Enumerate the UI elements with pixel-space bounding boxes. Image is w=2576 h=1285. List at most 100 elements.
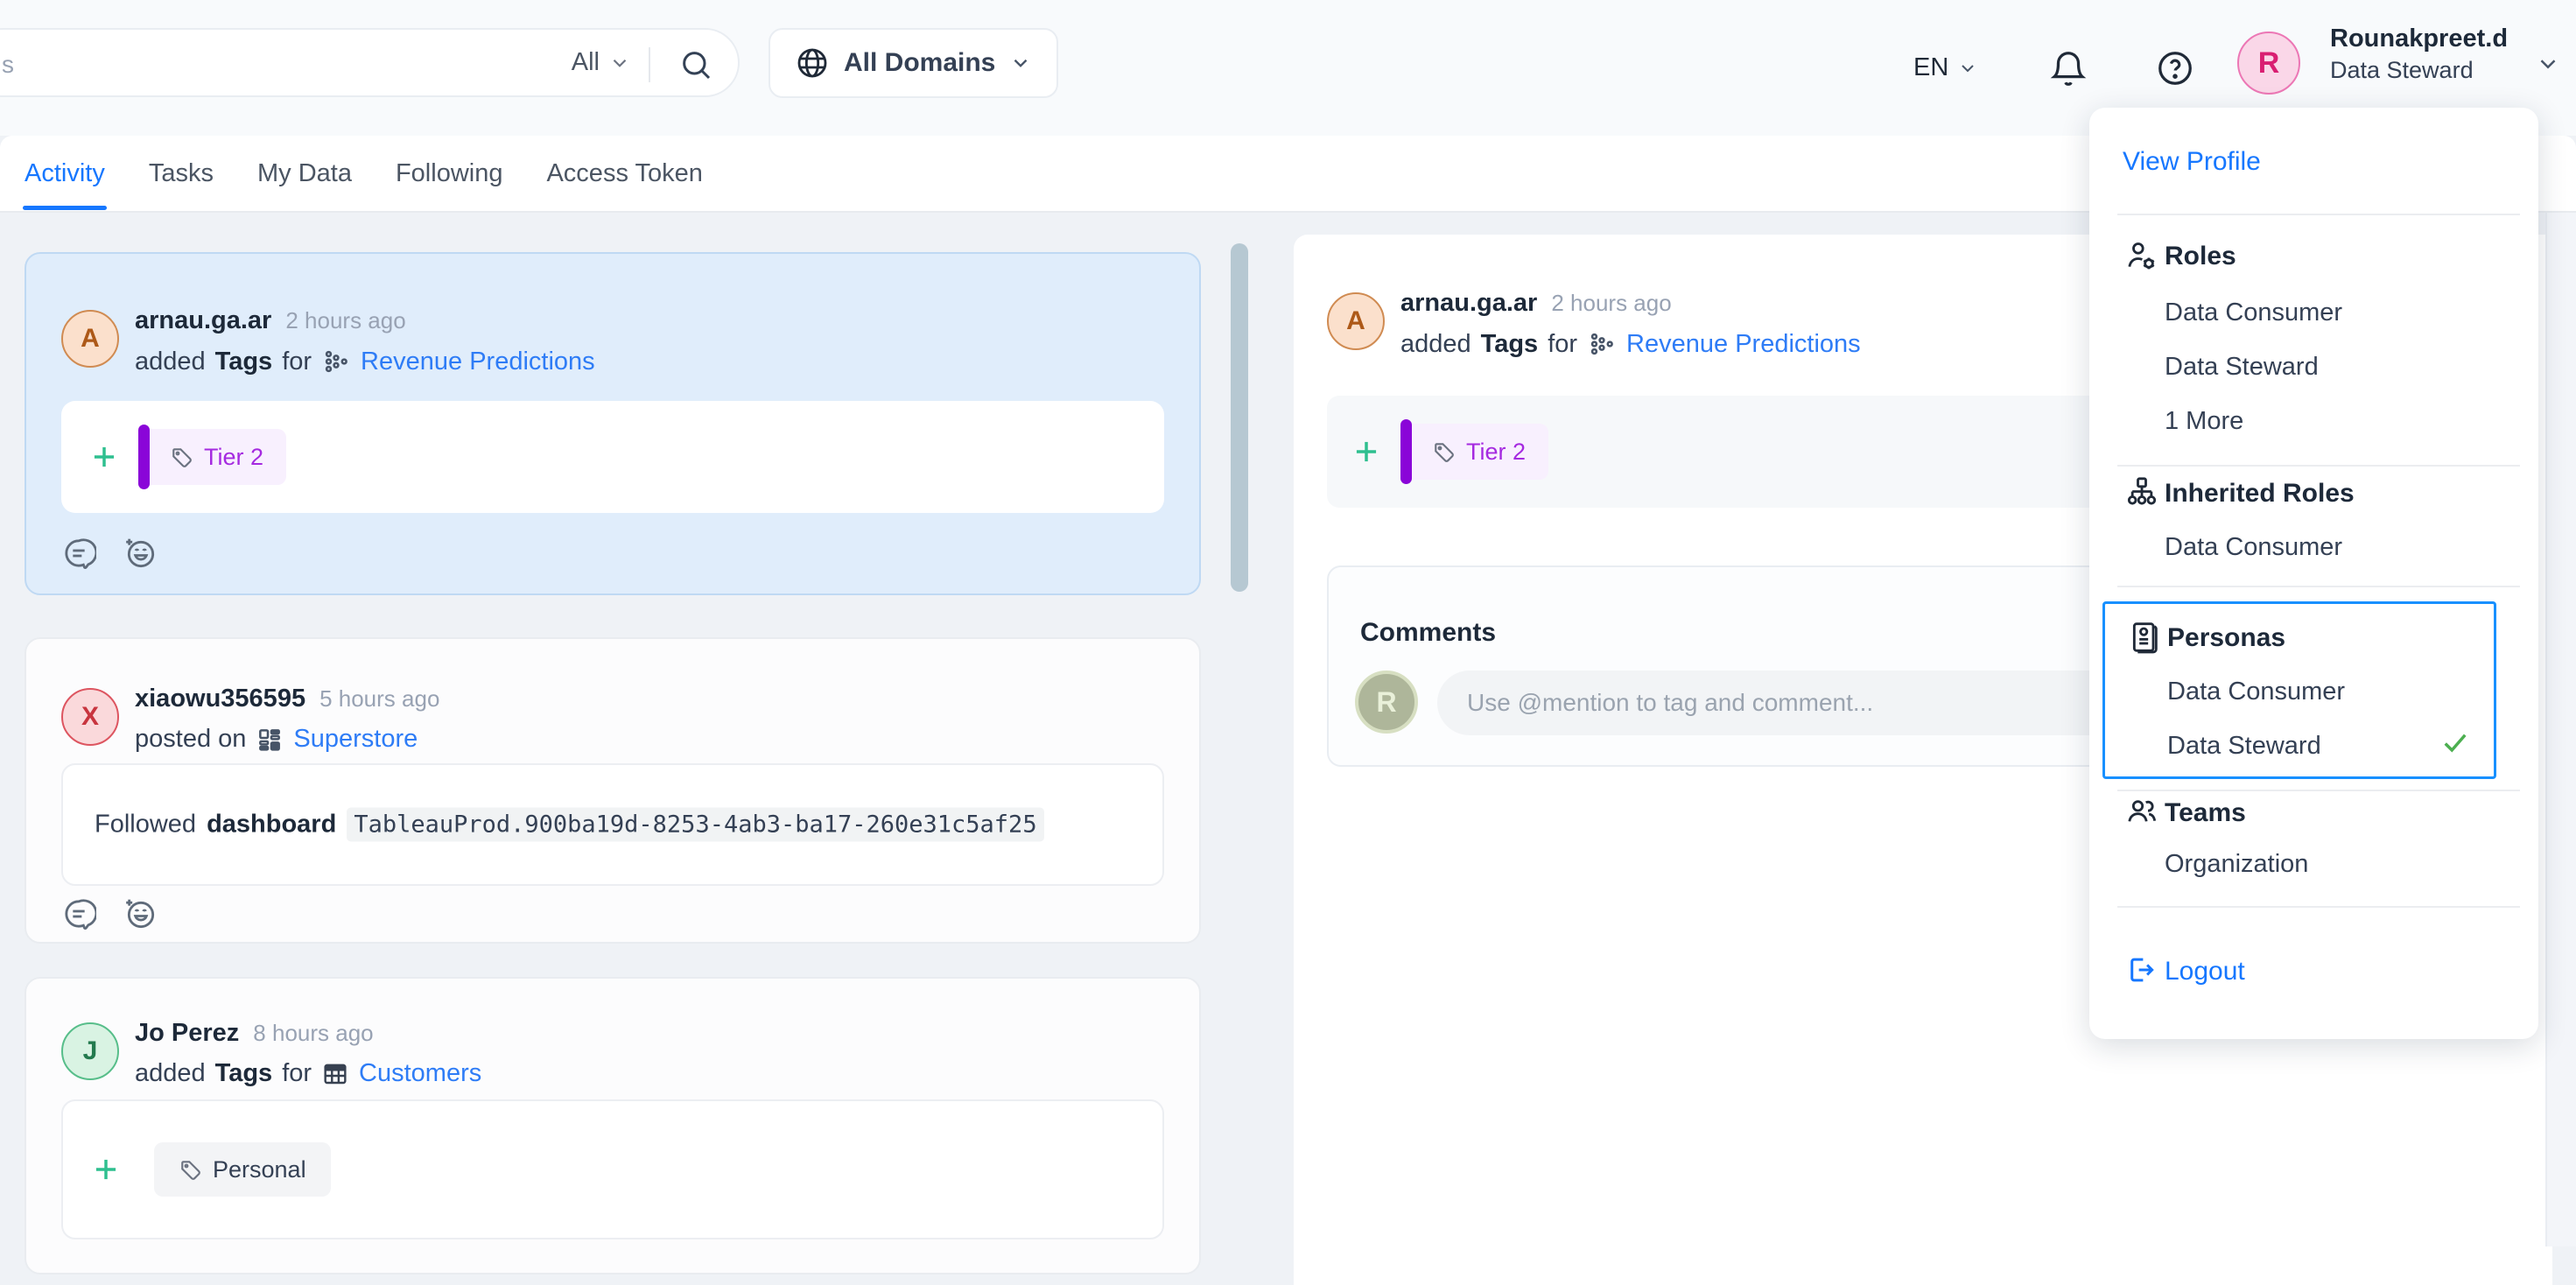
feed-timestamp: 5 hours ago	[319, 685, 439, 713]
notifications-bell-icon[interactable]	[2048, 0, 2088, 136]
chevron-down-icon	[1009, 52, 1032, 74]
divider	[2117, 790, 2520, 791]
divider	[2117, 906, 2520, 908]
entity-link[interactable]: Revenue Predictions	[1626, 330, 1861, 359]
comment-user-avatar: R	[1355, 671, 1418, 734]
feed-user-name[interactable]: xiaowu356595	[135, 685, 305, 713]
divider	[2117, 465, 2520, 467]
feed-timestamp: 2 hours ago	[1551, 290, 1671, 317]
tag-chip-tier2[interactable]: Tier 2	[1400, 419, 1548, 484]
persona-item-selected[interactable]: Data Steward	[2167, 732, 2321, 761]
ml-model-icon	[1587, 329, 1617, 359]
add-tag-button[interactable]	[89, 1153, 123, 1186]
comment-icon[interactable]	[61, 896, 96, 931]
user-role-label: Data Steward	[2330, 55, 2508, 86]
add-reaction-icon[interactable]	[123, 896, 158, 931]
language-label: EN	[1913, 53, 1948, 82]
feed-user-name[interactable]: arnau.ga.ar	[1400, 289, 1537, 318]
tab-access-token[interactable]: Access Token	[546, 159, 702, 188]
feed-user-name[interactable]: arnau.ga.ar	[135, 306, 271, 335]
teams-icon	[2124, 794, 2159, 829]
tag-label: Tier 2	[204, 444, 263, 471]
tag-chip-personal[interactable]: Personal	[154, 1142, 331, 1197]
feed-card[interactable]: X xiaowu356595 5 hours ago posted on Sup…	[25, 637, 1201, 944]
inherited-role-item: Data Consumer	[2165, 533, 2342, 562]
language-selector[interactable]: EN	[1913, 0, 1978, 136]
comments-title: Comments	[1360, 618, 1496, 648]
tab-tasks[interactable]: Tasks	[149, 159, 214, 188]
search-icon[interactable]	[677, 46, 715, 84]
tag-label: Personal	[213, 1156, 306, 1183]
avatar-initial: A	[1346, 306, 1365, 336]
tags-box: Personal	[61, 1099, 1164, 1239]
action-text: posted on	[135, 725, 246, 754]
feed-card[interactable]: J Jo Perez 8 hours ago added Tags for Cu…	[25, 977, 1201, 1274]
post-body-box: Followed dashboard TableauProd.900ba19d-…	[61, 763, 1164, 886]
add-tag-button[interactable]	[1350, 435, 1383, 468]
search-divider	[649, 47, 650, 82]
tab-my-data[interactable]: My Data	[257, 159, 352, 188]
all-domains-label: All Domains	[844, 48, 995, 78]
avatar-initial: A	[81, 324, 100, 354]
tag-icon	[1432, 440, 1456, 464]
user-menu-chevron-icon[interactable]	[2535, 51, 2561, 77]
organization-link[interactable]: Organization	[2165, 850, 2308, 879]
chevron-down-icon	[608, 52, 631, 74]
post-entity-fqn: TableauProd.900ba19d-8253-4ab3-ba17-260e…	[347, 808, 1043, 842]
tag-label: Tier 2	[1466, 439, 1526, 466]
personas-icon	[2127, 620, 2162, 655]
tags-box: Tier 2	[61, 401, 1164, 513]
global-search-bar[interactable]: s All	[0, 28, 740, 97]
entity-link[interactable]: Customers	[359, 1059, 481, 1088]
feed-timestamp: 2 hours ago	[285, 307, 405, 334]
tag-icon	[170, 446, 193, 469]
role-item: Data Steward	[2165, 353, 2319, 382]
persona-item[interactable]: Data Consumer	[2167, 678, 2345, 706]
tag-chip-tier2[interactable]: Tier 2	[138, 425, 286, 489]
user-avatar[interactable]: R	[2237, 32, 2300, 95]
view-profile-link[interactable]: View Profile	[2123, 147, 2261, 177]
chevron-down-icon	[1957, 58, 1978, 79]
logout-button[interactable]: Logout	[2165, 957, 2245, 987]
user-display-name: Rounakpreet.d	[2330, 23, 2508, 55]
add-tag-button[interactable]	[88, 440, 121, 474]
action-text: added	[1400, 330, 1471, 359]
panel-scroll-track[interactable]	[2545, 213, 2576, 1246]
tab-following[interactable]: Following	[396, 159, 503, 188]
check-icon	[2439, 727, 2471, 758]
inherited-roles-icon	[2124, 474, 2159, 509]
roles-section-title: Roles	[2165, 242, 2236, 271]
tier-color-bar	[1400, 419, 1412, 484]
user-name-block[interactable]: Rounakpreet.d Data Steward	[2330, 23, 2508, 86]
entity-link[interactable]: Revenue Predictions	[361, 348, 595, 376]
avatar: J	[61, 1022, 119, 1080]
action-object: Tags	[215, 348, 273, 376]
comment-icon[interactable]	[61, 536, 96, 571]
action-object: Tags	[1481, 330, 1539, 359]
feed-card-selected[interactable]: A arnau.ga.ar 2 hours ago added Tags for…	[25, 252, 1201, 595]
feed-timestamp: 8 hours ago	[253, 1020, 373, 1047]
action-text: for	[282, 1059, 312, 1088]
action-object: Tags	[215, 1059, 273, 1088]
dashboard-icon	[256, 726, 284, 754]
avatar-initial: R	[1376, 686, 1396, 719]
avatar: X	[61, 688, 119, 746]
feed-user-name[interactable]: Jo Perez	[135, 1019, 239, 1048]
feed-scrollbar-thumb[interactable]	[1231, 243, 1248, 592]
logout-icon	[2124, 953, 2158, 987]
search-scope-label: All	[572, 48, 600, 77]
tab-activity[interactable]: Activity	[25, 159, 105, 188]
action-text: for	[282, 348, 312, 376]
teams-section-title: Teams	[2165, 798, 2246, 828]
avatar: A	[61, 310, 119, 368]
ml-model-icon	[321, 347, 351, 376]
entity-link[interactable]: Superstore	[293, 725, 418, 754]
role-item: Data Consumer	[2165, 298, 2342, 327]
avatar-initial: J	[83, 1036, 98, 1066]
avatar-initial: X	[81, 702, 99, 732]
search-scope-dropdown[interactable]: All	[572, 30, 631, 95]
tier-color-bar	[138, 425, 150, 489]
all-domains-button[interactable]: All Domains	[769, 28, 1058, 98]
add-reaction-icon[interactable]	[123, 536, 158, 571]
roles-more-link[interactable]: 1 More	[2165, 407, 2243, 436]
